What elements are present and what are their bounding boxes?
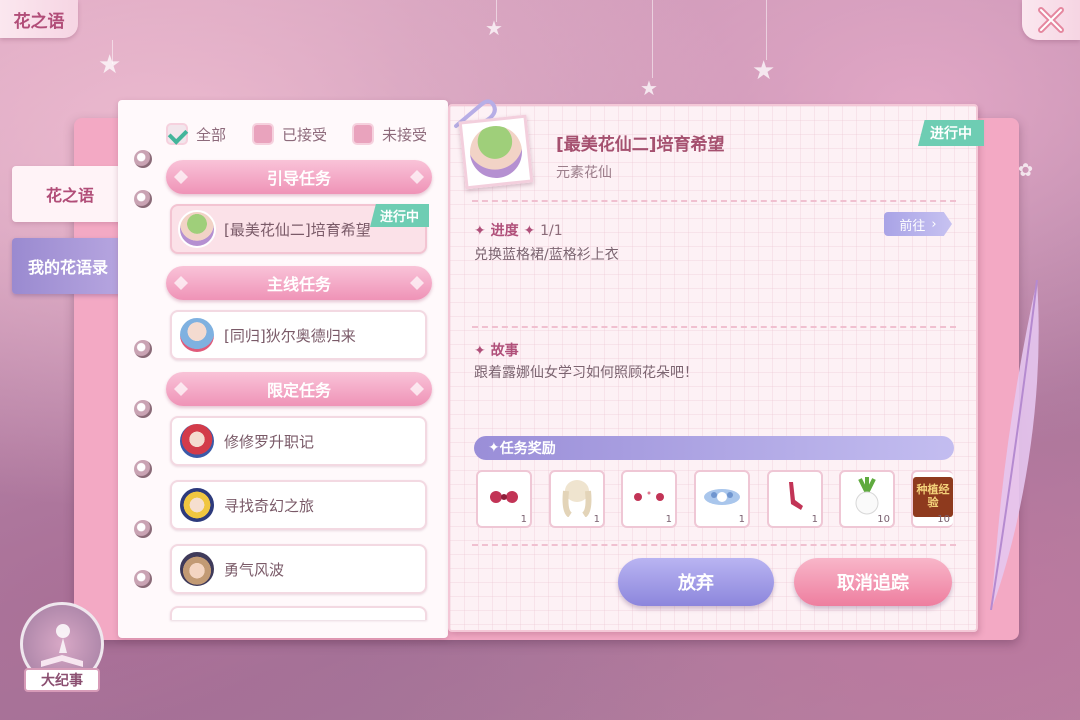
binder-ring	[134, 520, 152, 538]
binder-ring	[134, 400, 152, 418]
reward-item[interactable]: 10	[839, 470, 895, 528]
star-string	[766, 0, 767, 60]
story-section: ✦ 故事	[474, 340, 519, 360]
quest-title: 修修罗升职记	[224, 432, 315, 451]
checkbox-icon[interactable]	[352, 123, 374, 145]
reward-count: 10	[937, 514, 950, 525]
reward-item[interactable]: 种植经验 10	[911, 470, 953, 528]
divider	[472, 544, 956, 546]
untrack-button[interactable]: 取消追踪	[794, 558, 952, 606]
reward-header: ✦ 任务奖励	[474, 436, 954, 460]
story-text: 跟着露娜仙女学习如何照顾花朵吧！	[474, 365, 698, 381]
quest-detail-subtitle: 元素花仙	[556, 165, 612, 181]
progress-value: 1/1	[540, 223, 563, 239]
red-earrings-icon	[634, 491, 664, 501]
avatar	[178, 550, 216, 588]
tab-my-flower-records[interactable]: 我的花语录	[12, 238, 124, 294]
red-heels-icon	[789, 481, 803, 510]
avatar	[178, 316, 216, 354]
filter-label: 已接受	[282, 125, 328, 144]
binder-ring	[134, 570, 152, 588]
goto-button[interactable]: 前往 ›	[884, 212, 952, 236]
hair-wig-icon	[562, 479, 592, 517]
divider	[472, 326, 956, 328]
sparkle-icon: ✦	[474, 343, 491, 359]
tab-flower-language[interactable]: 花之语	[12, 166, 128, 222]
star-string	[652, 0, 653, 78]
binder-ring	[134, 340, 152, 358]
red-bow-icon	[490, 490, 518, 503]
filter-label: 全部	[196, 125, 227, 144]
hanging-star-icon: ★	[485, 16, 503, 40]
feather-icon	[990, 280, 1039, 610]
binder-ring	[134, 190, 152, 208]
close-icon	[1038, 7, 1064, 33]
quest-item-selected[interactable]: [最美花仙二]培育希望 进行中	[170, 204, 429, 254]
binder-ring	[134, 150, 152, 168]
sparkle-icon: ✦	[488, 440, 500, 456]
checkbox-checked-icon[interactable]	[166, 123, 188, 145]
sparkle-icon: ✦	[474, 223, 491, 239]
quest-title: [最美花仙二]培育希望	[224, 220, 371, 239]
status-badge: 进行中	[369, 204, 429, 227]
quest-portrait	[458, 114, 534, 190]
reward-count: 1	[738, 514, 745, 525]
filter-not-accepted[interactable]: 未接受	[352, 122, 427, 146]
category-guide-quests[interactable]: 引导任务	[166, 160, 432, 194]
avatar	[178, 422, 216, 460]
filter-label: 未接受	[382, 125, 428, 144]
story-label: 故事	[490, 343, 519, 359]
avatar	[178, 486, 216, 524]
category-main-quests[interactable]: 主线任务	[166, 266, 432, 300]
checkbox-icon[interactable]	[252, 123, 274, 145]
quest-title: 寻找奇幻之旅	[224, 496, 315, 515]
reward-item[interactable]: 1	[549, 470, 605, 528]
chevron-right-icon: ›	[931, 216, 937, 232]
quest-item[interactable]: [同归]狄尔奥德归来	[170, 310, 427, 360]
quest-item[interactable]: 修修罗升职记	[170, 416, 427, 466]
goto-label: 前往	[899, 218, 926, 234]
reward-count: 1	[520, 514, 527, 525]
progress-label: 进度	[490, 223, 519, 239]
sparkle-icon: ✦	[518, 223, 541, 239]
category-limited-quests[interactable]: 限定任务	[166, 372, 432, 406]
hanging-star-icon: ★	[752, 56, 776, 86]
page-title: 花之语	[0, 0, 78, 38]
abandon-button[interactable]: 放弃	[618, 558, 774, 606]
reward-item[interactable]: 1	[694, 470, 750, 528]
hanging-star-icon: ★	[640, 76, 658, 100]
reward-count: 1	[665, 514, 672, 525]
hanging-star-icon: ★	[98, 50, 122, 80]
reward-count: 10	[877, 514, 890, 525]
quest-title: [同归]狄尔奥德归来	[224, 326, 356, 345]
quest-item-partial[interactable]	[170, 606, 427, 620]
exp-book-icon: 种植经验	[913, 476, 953, 517]
quest-item[interactable]: 勇气风波	[170, 544, 427, 594]
blue-headband-icon	[704, 488, 740, 505]
reward-item[interactable]: 1	[767, 470, 823, 528]
progress-section: ✦ 进度 ✦ 1/1	[474, 220, 563, 240]
quest-detail-title: [最美花仙二]培育希望	[556, 135, 725, 155]
avatar	[178, 210, 216, 248]
reward-item[interactable]: 1	[476, 470, 532, 528]
chronicle-label[interactable]: 大纪事	[24, 668, 100, 692]
quest-title: 勇气风波	[224, 560, 285, 579]
status-badge: 进行中	[918, 120, 984, 146]
reward-label: 任务奖励	[499, 441, 556, 457]
sparkle-icon: ✿	[1018, 160, 1034, 181]
turnip-icon	[855, 476, 879, 515]
reward-count: 1	[811, 514, 818, 525]
avatar	[467, 123, 525, 181]
task-description: 兑换蓝格裙/蓝格衫上衣	[474, 247, 619, 263]
filter-all[interactable]: 全部	[166, 122, 226, 146]
reward-count: 1	[593, 514, 600, 525]
reward-item[interactable]: 1	[621, 470, 677, 528]
close-button[interactable]	[1022, 0, 1080, 40]
binder-ring	[134, 460, 152, 478]
quest-item[interactable]: 寻找奇幻之旅	[170, 480, 427, 530]
filter-accepted[interactable]: 已接受	[252, 122, 327, 146]
divider	[472, 200, 956, 202]
